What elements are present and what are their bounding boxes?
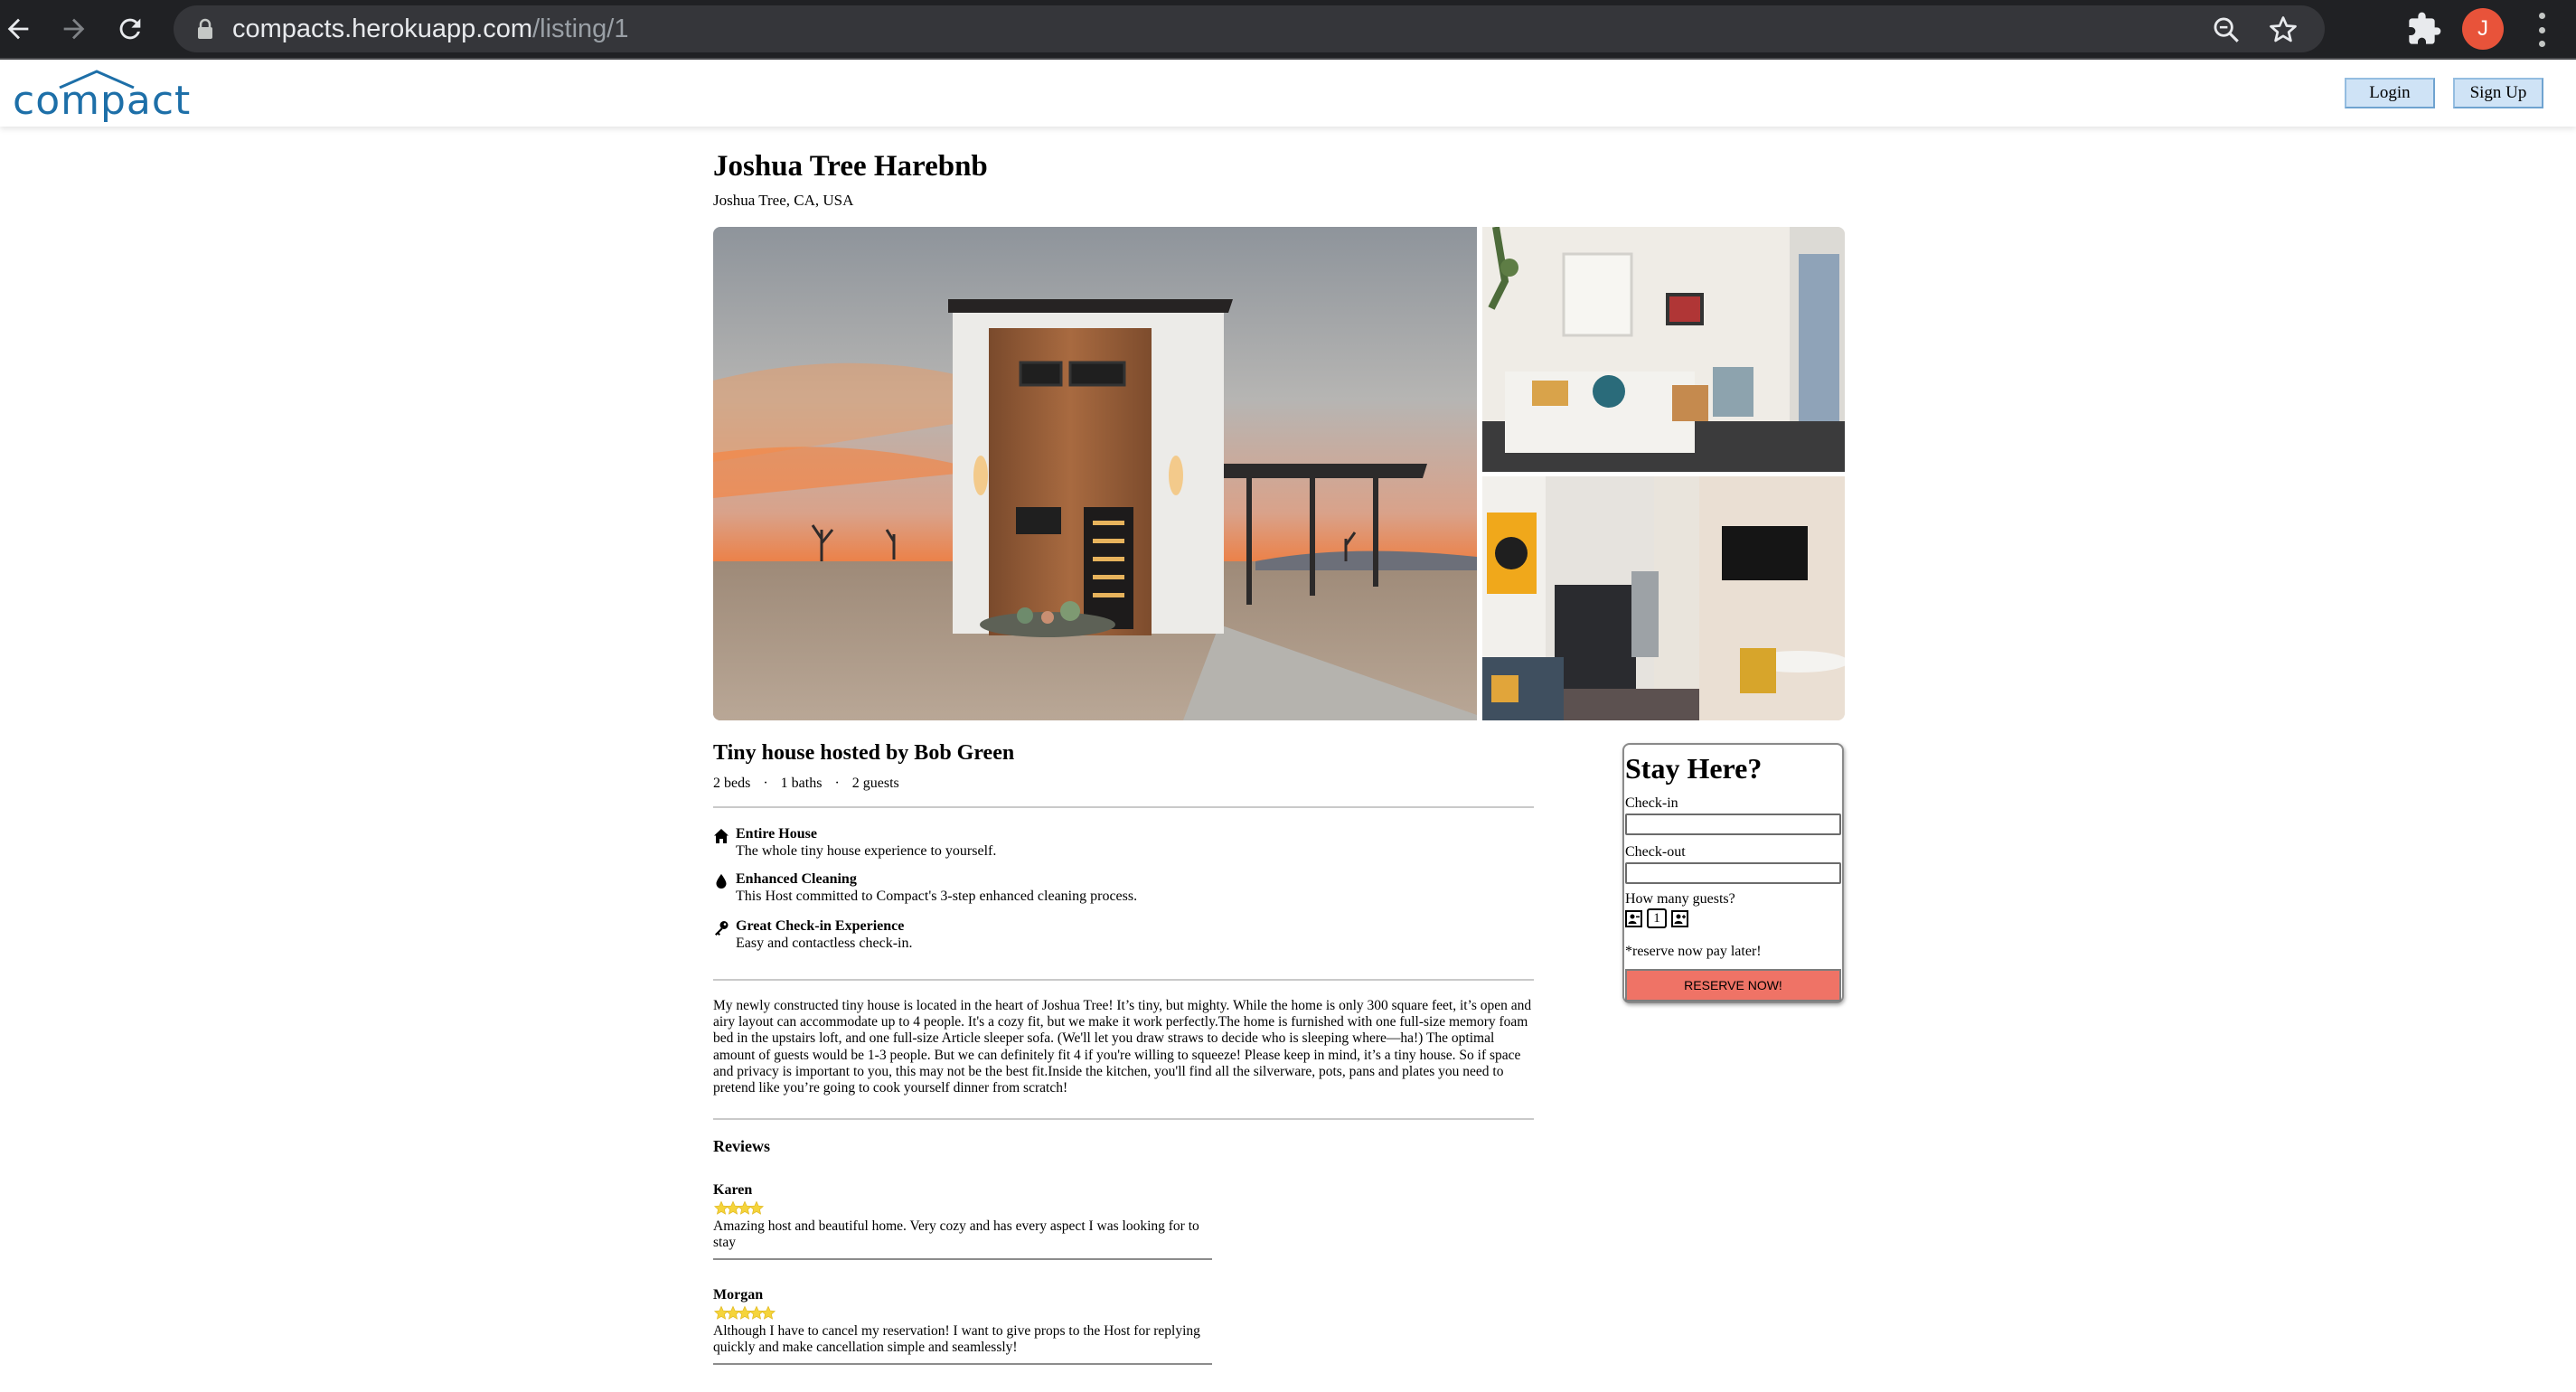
review-divider bbox=[713, 1363, 1212, 1365]
forward-icon[interactable] bbox=[56, 11, 92, 47]
review-stars bbox=[713, 1200, 1212, 1217]
guests-label: How many guests? bbox=[1625, 891, 1735, 907]
signup-button[interactable]: Sign Up bbox=[2453, 78, 2543, 108]
checkout-input[interactable] bbox=[1625, 862, 1841, 884]
browser-toolbar: compacts.herokuapp.com/listing/1 J bbox=[0, 0, 2576, 60]
url-text[interactable]: compacts.herokuapp.com/listing/1 bbox=[232, 13, 628, 45]
droplet-icon bbox=[716, 874, 727, 889]
checkout-label: Check-out bbox=[1625, 844, 1686, 860]
stat-guests: 2 guests bbox=[851, 776, 899, 791]
logo-text: compact bbox=[13, 78, 192, 124]
feature-name: Entire House bbox=[736, 826, 817, 842]
reviews-title: Reviews bbox=[713, 1137, 770, 1155]
divider bbox=[713, 806, 1534, 808]
extensions-icon[interactable] bbox=[2406, 11, 2442, 47]
feature-desc: Easy and contactless check-in. bbox=[736, 936, 913, 951]
divider bbox=[713, 979, 1534, 981]
feature-desc: This Host committed to Compact's 3-step … bbox=[736, 889, 1138, 904]
profile-avatar[interactable]: J bbox=[2462, 8, 2504, 50]
host-title: Tiny house hosted by Bob Green bbox=[713, 741, 1015, 765]
checkin-label: Check-in bbox=[1625, 795, 1678, 811]
booking-card: Stay Here? Check-in Check-out How many g… bbox=[1622, 743, 1844, 1003]
star-icon[interactable] bbox=[2267, 14, 2299, 46]
tiny-house-exterior-photo[interactable] bbox=[713, 227, 1477, 720]
home-icon bbox=[714, 829, 729, 843]
feature-name: Enhanced Cleaning bbox=[736, 871, 857, 887]
review-item: Karen Amazing host and beautiful home. V… bbox=[713, 1182, 1212, 1260]
listing-stats: 2 beds · 1 baths · 2 guests bbox=[713, 776, 899, 792]
back-icon[interactable] bbox=[0, 11, 36, 47]
reviewer-name: Karen bbox=[713, 1182, 753, 1198]
booking-title: Stay Here? bbox=[1625, 752, 1763, 785]
reviewer-name: Morgan bbox=[713, 1287, 764, 1303]
review-divider bbox=[713, 1258, 1212, 1260]
zoom-icon[interactable] bbox=[2211, 14, 2242, 45]
stat-beds: 2 beds bbox=[713, 776, 751, 791]
user-plus-icon bbox=[1674, 914, 1686, 924]
remove-guest-button[interactable] bbox=[1625, 909, 1642, 927]
reload-icon[interactable] bbox=[112, 11, 148, 47]
stat-baths: 1 baths bbox=[780, 776, 823, 791]
address-bar[interactable]: compacts.herokuapp.com/listing/1 bbox=[174, 5, 2325, 52]
reserve-note: *reserve now pay later! bbox=[1625, 944, 1762, 959]
reserve-button[interactable]: RESERVE NOW! bbox=[1625, 969, 1841, 1002]
stat-separator: · bbox=[834, 776, 840, 791]
site-header: compact Login Sign Up bbox=[0, 61, 2576, 127]
user-minus-icon bbox=[1628, 914, 1640, 924]
star-rating-icon bbox=[748, 1200, 765, 1215]
stat-separator: · bbox=[763, 776, 768, 791]
photo-gallery bbox=[713, 227, 1845, 720]
feature-desc: The whole tiny house experience to yours… bbox=[736, 843, 997, 859]
listing-location: Joshua Tree, CA, USA bbox=[713, 192, 854, 209]
divider bbox=[713, 1118, 1534, 1120]
review-text: Although I have to cancel my reservation… bbox=[713, 1323, 1200, 1355]
review-stars bbox=[713, 1305, 1212, 1321]
menu-icon[interactable] bbox=[2536, 13, 2547, 47]
guest-stepper: 1 bbox=[1625, 908, 1688, 929]
listing-description: My newly constructed tiny house is locat… bbox=[713, 998, 1532, 1096]
guest-count: 1 bbox=[1647, 908, 1667, 928]
compact-logo[interactable]: compact bbox=[13, 69, 190, 123]
kitchen-photo[interactable] bbox=[1482, 476, 1845, 720]
add-guest-button[interactable] bbox=[1671, 909, 1688, 927]
listing-title: Joshua Tree Harebnb bbox=[713, 150, 988, 183]
review-text: Amazing host and beautiful home. Very co… bbox=[713, 1218, 1199, 1250]
key-icon bbox=[715, 921, 729, 936]
login-button[interactable]: Login bbox=[2345, 78, 2435, 108]
review-item: Morgan Although I have to cancel my rese… bbox=[713, 1287, 1212, 1365]
star-rating-icon bbox=[760, 1305, 776, 1320]
feature-name: Great Check-in Experience bbox=[736, 918, 905, 934]
lock-icon bbox=[198, 18, 212, 39]
checkin-input[interactable] bbox=[1625, 814, 1841, 835]
bedroom-photo[interactable] bbox=[1482, 227, 1845, 472]
